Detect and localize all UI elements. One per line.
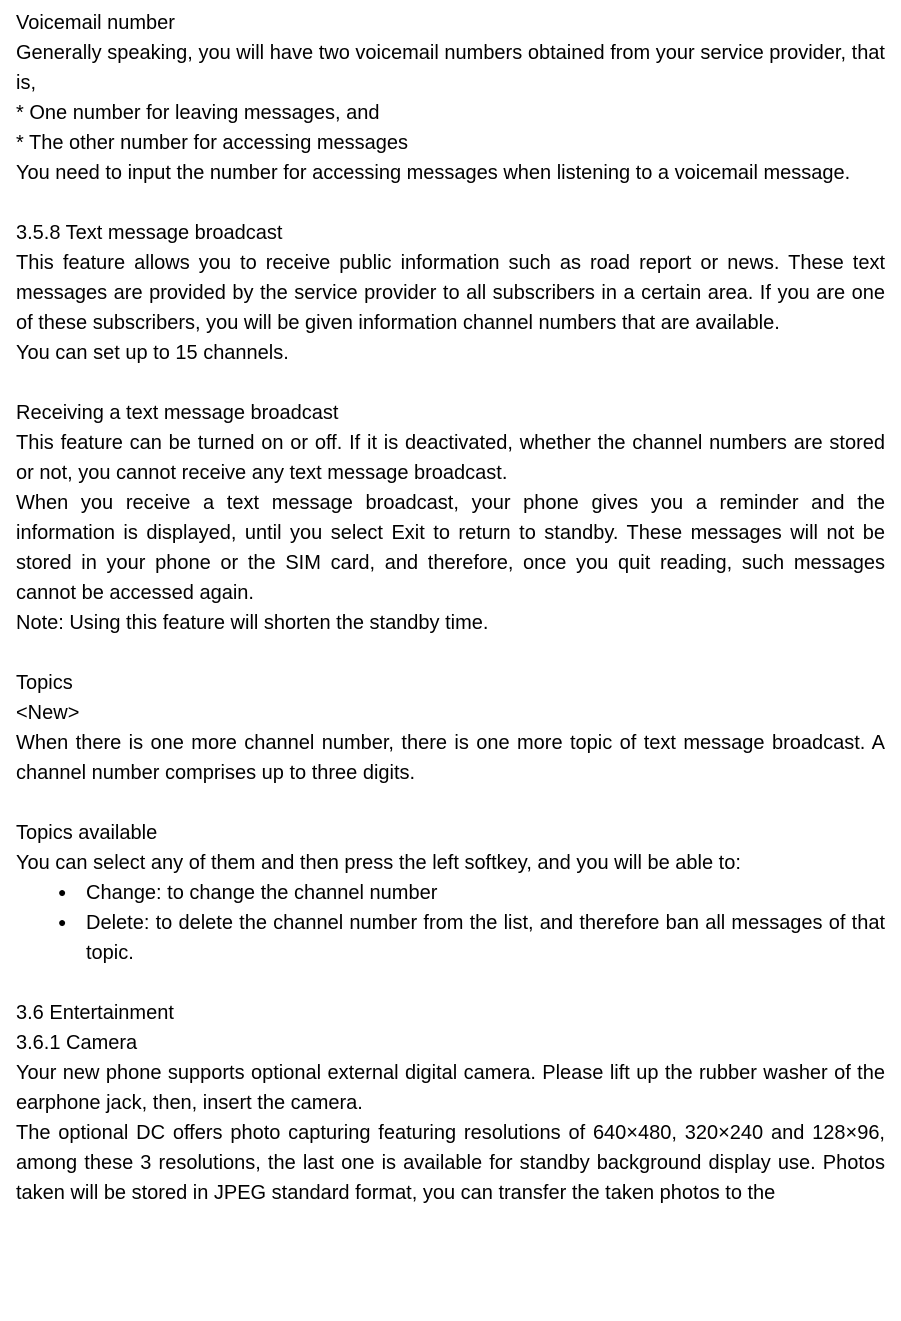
broadcast-p1: This feature allows you to receive publi… (16, 248, 885, 338)
camera-p2: The optional DC offers photo capturing f… (16, 1118, 885, 1208)
entertainment-heading: 3.6 Entertainment (16, 998, 885, 1028)
topics-available-heading: Topics available (16, 818, 885, 848)
spacer (16, 638, 885, 668)
receiving-note: Note: Using this feature will shorten th… (16, 608, 885, 638)
receiving-heading: Receiving a text message broadcast (16, 398, 885, 428)
voicemail-bullet-2: * The other number for accessing message… (16, 128, 885, 158)
receiving-p1: This feature can be turned on or off. If… (16, 428, 885, 488)
topics-heading: Topics (16, 668, 885, 698)
topics-available-p1: You can select any of them and then pres… (16, 848, 885, 878)
camera-heading: 3.6.1 Camera (16, 1028, 885, 1058)
spacer (16, 788, 885, 818)
camera-p1: Your new phone supports optional externa… (16, 1058, 885, 1118)
spacer (16, 968, 885, 998)
voicemail-heading: Voicemail number (16, 8, 885, 38)
receiving-p2: When you receive a text message broadcas… (16, 488, 885, 608)
broadcast-heading: 3.5.8 Text message broadcast (16, 218, 885, 248)
broadcast-p2: You can set up to 15 channels. (16, 338, 885, 368)
list-item: Delete: to delete the channel number fro… (58, 908, 885, 968)
spacer (16, 188, 885, 218)
voicemail-p1: Generally speaking, you will have two vo… (16, 38, 885, 98)
topics-available-list: Change: to change the channel number Del… (16, 878, 885, 968)
spacer (16, 368, 885, 398)
voicemail-p2: You need to input the number for accessi… (16, 158, 885, 188)
topics-p1: When there is one more channel number, t… (16, 728, 885, 788)
topics-new: <New> (16, 698, 885, 728)
voicemail-bullet-1: * One number for leaving messages, and (16, 98, 885, 128)
list-item: Change: to change the channel number (58, 878, 885, 908)
